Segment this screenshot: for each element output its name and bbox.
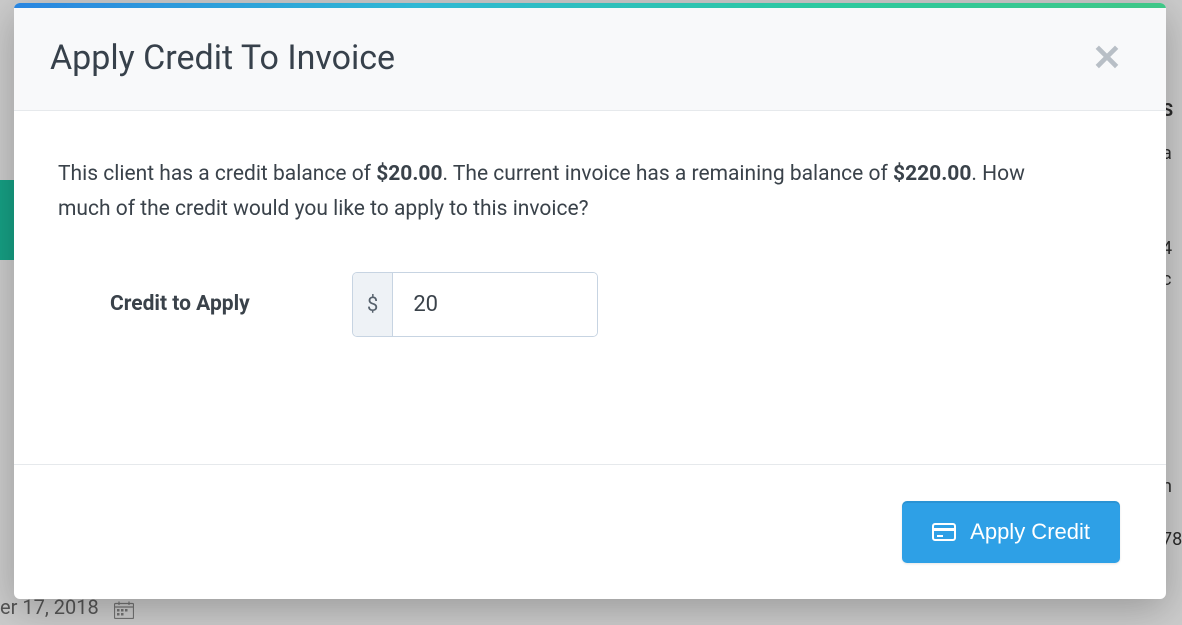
modal-body: This client has a credit balance of $20.…: [14, 111, 1166, 464]
credit-card-icon: [932, 523, 956, 541]
credit-balance-value: $20.00: [376, 162, 442, 186]
credit-form-row: Credit to Apply $: [58, 272, 1122, 337]
invoice-balance-value: $220.00: [893, 162, 971, 186]
modal-title: Apply Credit To Invoice: [50, 38, 395, 78]
modal-description: This client has a credit balance of $20.…: [58, 157, 1078, 226]
apply-credit-button-label: Apply Credit: [970, 519, 1090, 545]
modal-footer: Apply Credit: [14, 464, 1166, 599]
modal-header: Apply Credit To Invoice ✕: [14, 8, 1166, 111]
credit-amount-input[interactable]: [393, 273, 597, 336]
credit-to-apply-label: Credit to Apply: [110, 287, 352, 322]
apply-credit-modal: Apply Credit To Invoice ✕ This client ha…: [14, 3, 1166, 599]
credit-amount-group: $: [352, 272, 598, 337]
apply-credit-button[interactable]: Apply Credit: [902, 501, 1120, 563]
close-icon[interactable]: ✕: [1084, 36, 1130, 80]
currency-prefix: $: [353, 273, 393, 336]
